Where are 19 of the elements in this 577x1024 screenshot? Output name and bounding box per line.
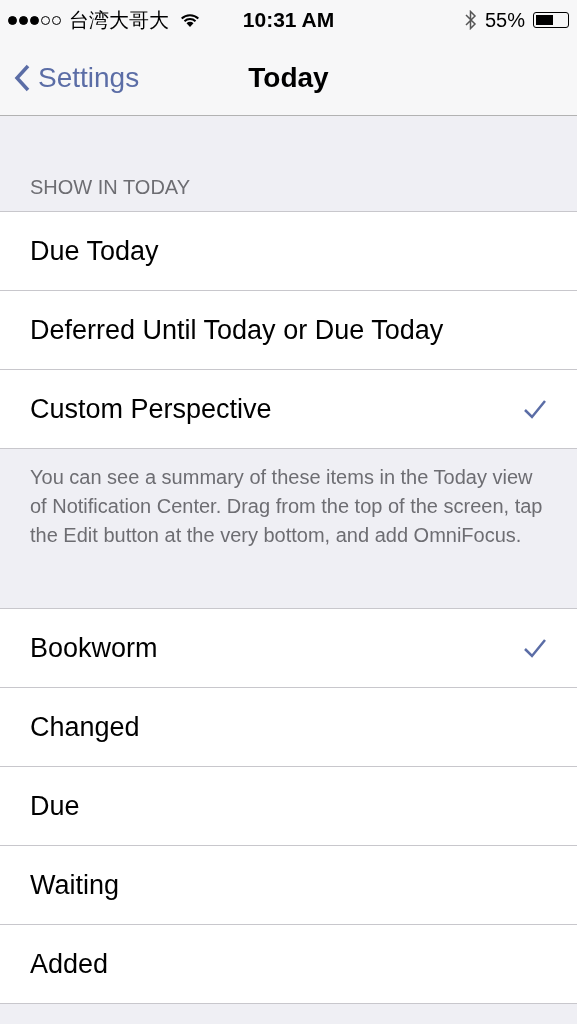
status-time: 10:31 AM: [242, 8, 335, 32]
page-title: Today: [248, 61, 329, 93]
option-row[interactable]: Custom Perspective: [0, 369, 577, 448]
option-row[interactable]: Changed: [0, 687, 577, 766]
bluetooth-icon: [464, 10, 477, 30]
option-row[interactable]: Bookworm: [0, 609, 577, 687]
section-footer: You can see a summary of these items in the Today view of Notification Center. Drag from the top of the screen, tap the Edit button at the very bottom, and add OmniFocus.: [30, 463, 547, 550]
option-row[interactable]: Due Today: [0, 212, 577, 290]
battery-icon: [533, 12, 569, 28]
option-row[interactable]: Added: [0, 924, 577, 1003]
back-button[interactable]: Settings: [0, 61, 140, 94]
option-row[interactable]: Deferred Until Today or Due Today: [0, 290, 577, 369]
option-row[interactable]: Due: [0, 766, 577, 845]
wifi-icon: [179, 12, 201, 28]
battery-percent: 55%: [484, 8, 525, 32]
chevron-left-icon: [14, 63, 30, 92]
option-row[interactable]: Waiting: [0, 845, 577, 924]
carrier-name: 台湾大哥大: [69, 7, 169, 33]
section-header: SHOW IN TODAY: [30, 176, 191, 198]
